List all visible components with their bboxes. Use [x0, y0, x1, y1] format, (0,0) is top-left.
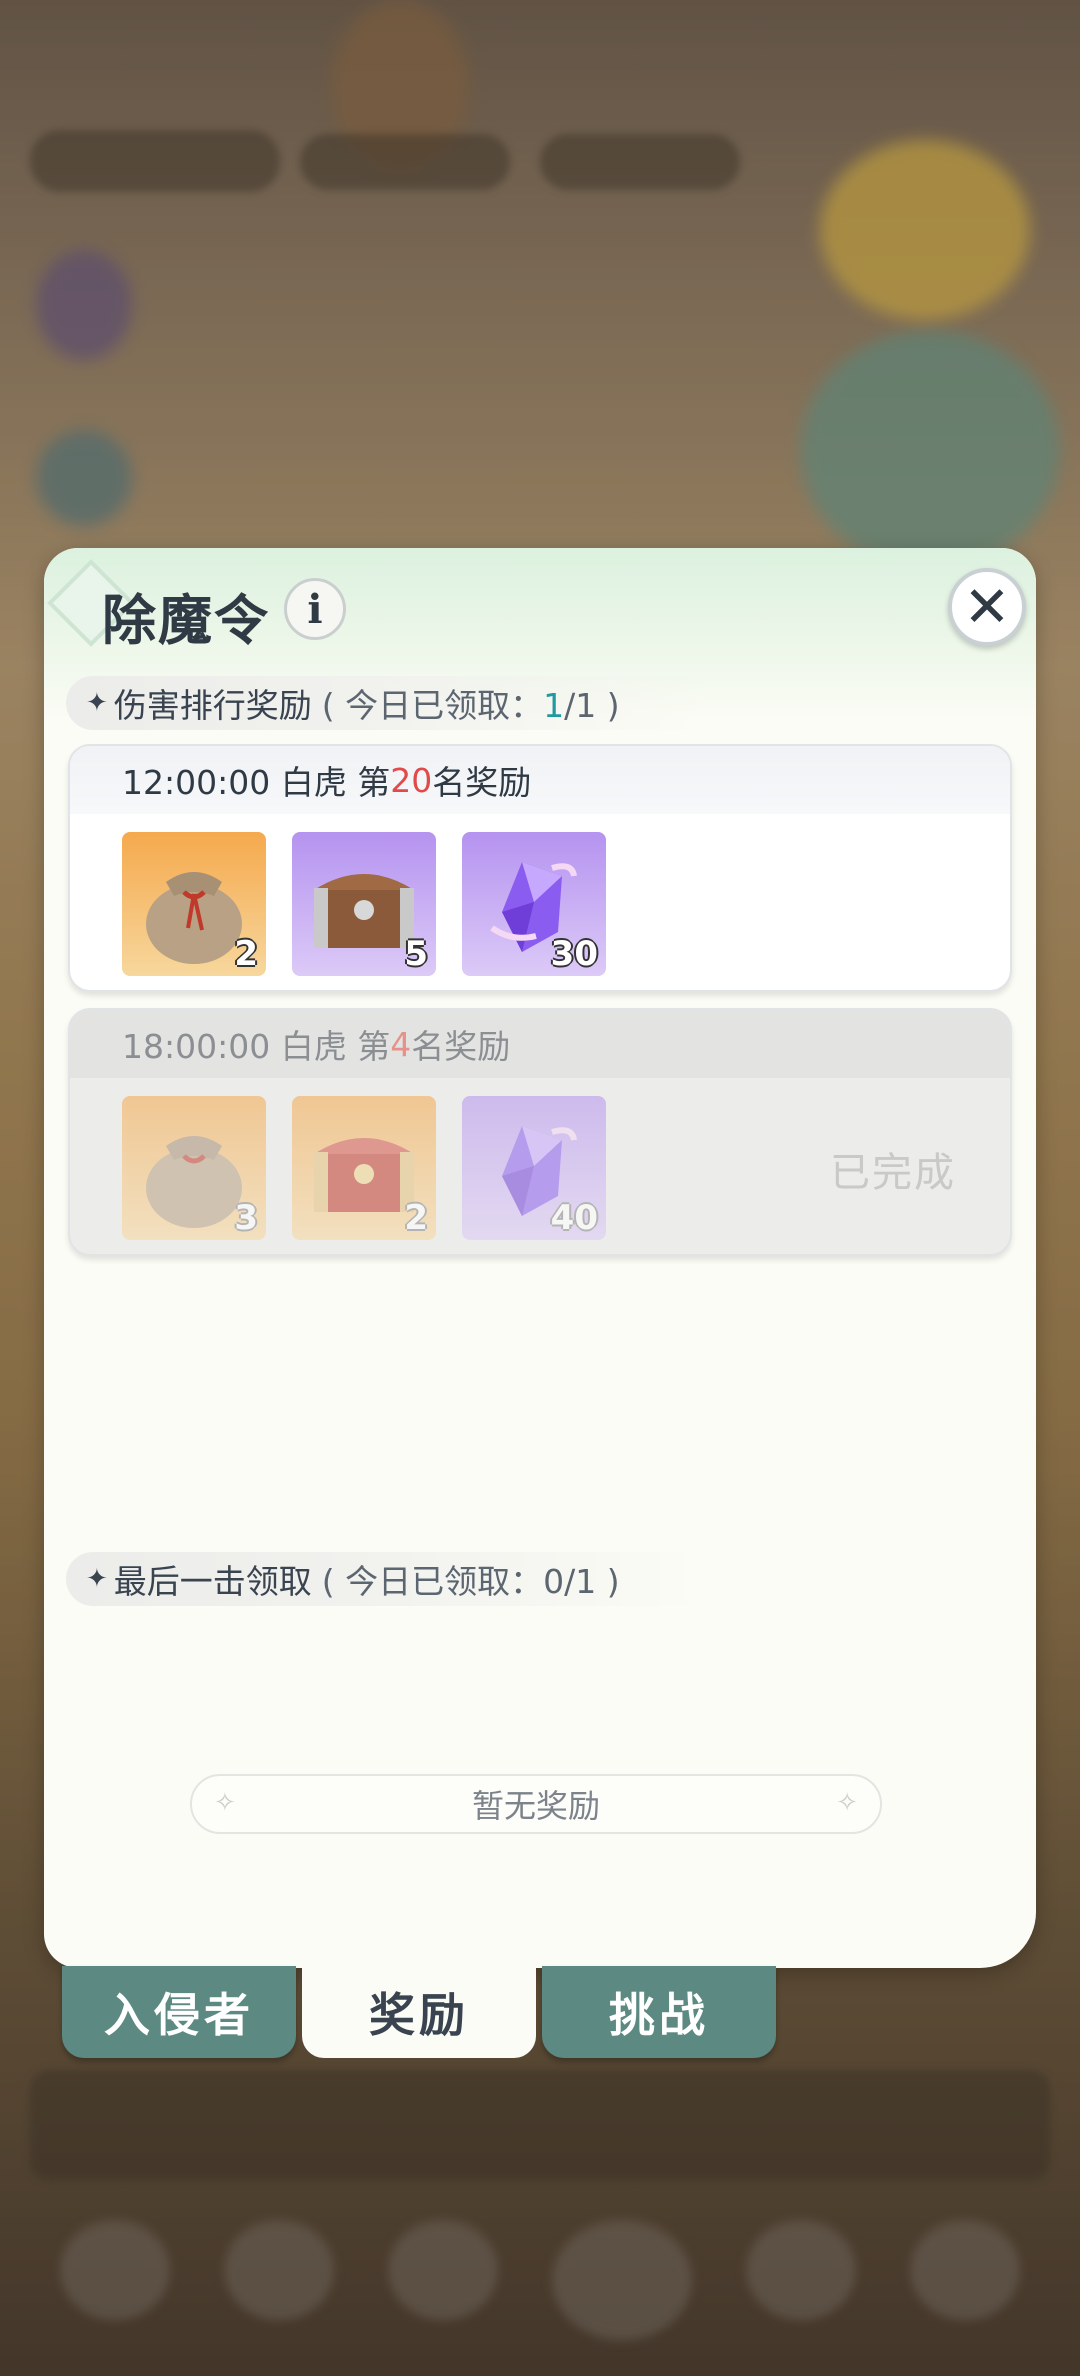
- rank-number: 20: [390, 760, 433, 800]
- no-reward-text: 暂无奖励: [471, 1787, 600, 1825]
- last-hit-header: ✦ 最后一击领取 ( 今日已领取：0/1 ): [66, 1552, 706, 1606]
- pouch-icon[interactable]: 2: [122, 832, 266, 976]
- reward-panel: 除魔令 i ✕ ✦ 伤害排行奖励 ( 今日已领取：1/1 ) 12:00:00 …: [44, 548, 1036, 1968]
- claim-count-suffix: ): [596, 686, 620, 725]
- pouch-icon[interactable]: 3: [122, 1096, 266, 1240]
- close-icon[interactable]: ✕: [948, 568, 1026, 646]
- crystal-icon[interactable]: 30: [462, 832, 606, 976]
- reward-card-completed[interactable]: 18:00:00 白虎 第 4 名奖励 3 2 40 已完成: [68, 1008, 1012, 1256]
- reward-card-header: 12:00:00 白虎 第 20 名奖励: [70, 746, 1010, 814]
- claim-total: /1: [564, 686, 597, 725]
- damage-ranking-header: ✦ 伤害排行奖励 ( 今日已领取：1/1 ): [66, 676, 706, 730]
- panel-title: 除魔令: [102, 589, 270, 652]
- damage-ranking-label: 伤害排行奖励: [113, 686, 312, 725]
- crystal-icon[interactable]: 40: [462, 1096, 606, 1240]
- rank-number: 4: [390, 1024, 412, 1064]
- sparkle-icon: ✦: [86, 1564, 108, 1594]
- claim-count-prefix: ( 今日已领取：: [321, 686, 544, 725]
- item-quantity: 5: [404, 934, 428, 974]
- completed-status: 已完成: [830, 1150, 956, 1196]
- info-icon[interactable]: i: [284, 578, 346, 640]
- tab-reward[interactable]: 奖励: [302, 1966, 536, 2058]
- sparkle-icon: ✧: [214, 1788, 236, 1818]
- sparkle-icon: ✦: [86, 688, 108, 718]
- item-quantity: 2: [404, 1198, 428, 1238]
- last-hit-label: 最后一击领取: [113, 1562, 312, 1601]
- reward-card-header: 18:00:00 白虎 第 4 名奖励: [70, 1010, 1010, 1078]
- item-quantity: 3: [234, 1198, 258, 1238]
- item-quantity: 30: [550, 934, 598, 974]
- sparkle-icon: ✧: [836, 1788, 858, 1818]
- item-quantity: 2: [234, 934, 258, 974]
- item-quantity: 40: [550, 1198, 598, 1238]
- tab-invader[interactable]: 入侵者: [62, 1966, 296, 2058]
- reward-card[interactable]: 12:00:00 白虎 第 20 名奖励 2 5 30: [68, 744, 1012, 992]
- tab-challenge[interactable]: 挑战: [542, 1966, 776, 2058]
- last-hit-claim-count: ( 今日已领取：0/1 ): [321, 1562, 620, 1601]
- chest-icon[interactable]: 5: [292, 832, 436, 976]
- chest-icon[interactable]: 2: [292, 1096, 436, 1240]
- no-reward-pill: ✧ 暂无奖励 ✧: [190, 1774, 882, 1834]
- claimed-count: 1: [543, 686, 565, 725]
